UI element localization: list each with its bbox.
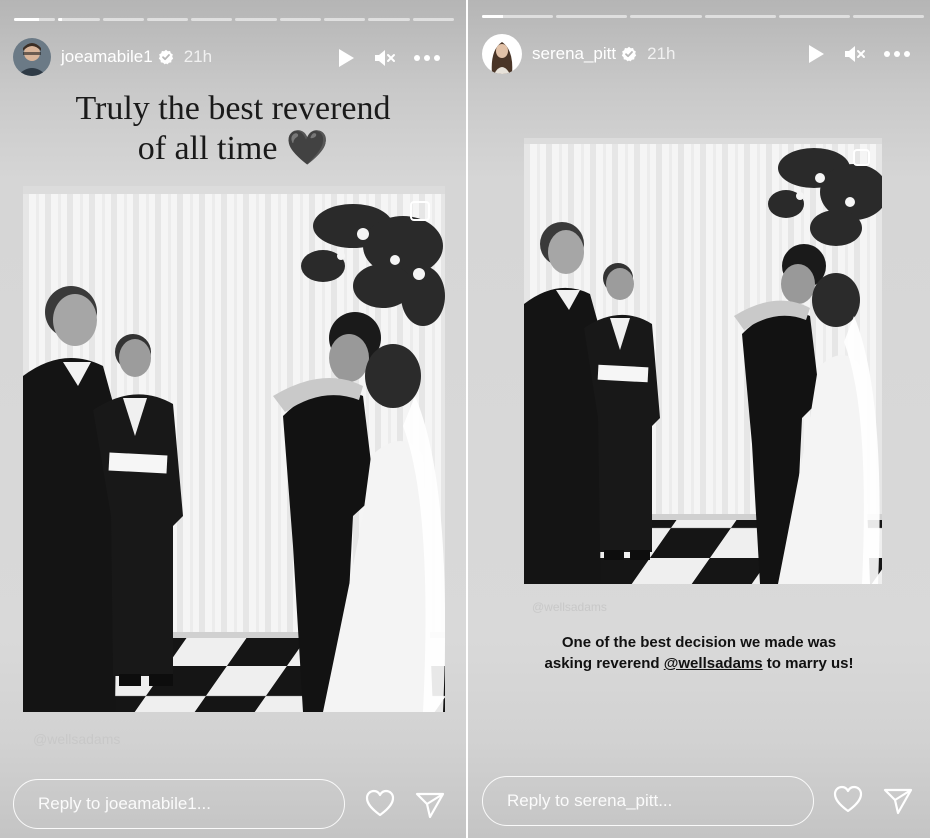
progress-segment [412, 18, 454, 21]
progress-segment [482, 15, 554, 18]
progress-segment [778, 15, 850, 18]
text-line: One of the best decision we made was [561, 634, 837, 651]
play-icon[interactable] [804, 42, 828, 66]
progress-segment [14, 18, 56, 21]
verified-badge-icon [621, 46, 637, 62]
reply-input[interactable]: Reply to serena_pitt... [482, 776, 814, 826]
username[interactable]: joeamabile1 [61, 47, 153, 67]
progress-segment [58, 18, 100, 21]
story-header: serena_pitt 21h [482, 34, 676, 74]
heart-icon[interactable] [364, 788, 396, 818]
wedding-photo [524, 138, 882, 584]
caption-line: Truly the best reverend [75, 90, 391, 127]
story-panel-right[interactable]: serena_pitt 21h @wellsadams One of the b… [468, 0, 930, 838]
play-icon[interactable] [334, 46, 358, 70]
progress-fill [482, 15, 504, 18]
send-icon[interactable] [882, 786, 914, 816]
progress-segment [146, 18, 189, 21]
story-controls [804, 42, 912, 66]
muted-speaker-icon[interactable] [372, 46, 398, 70]
more-horizontal-icon[interactable] [412, 46, 442, 70]
text-line: asking reverend @wellsadams to marry us! [468, 653, 930, 674]
progress-segment [368, 18, 410, 21]
mention-tag[interactable]: @wellsadams [532, 600, 607, 614]
wedding-photo: @wellsadams [23, 186, 445, 712]
progress-segment [235, 18, 277, 21]
verified-badge-icon [158, 49, 173, 65]
story-text: One of the best decision we made was ask… [468, 632, 930, 674]
story-caption: Truly the best reverend of all time 🖤 [0, 89, 466, 169]
more-horizontal-icon[interactable] [882, 42, 912, 66]
progress-segment [704, 15, 776, 18]
caption-line: of all time 🖤 [137, 130, 329, 167]
post-time: 21h [183, 47, 213, 66]
story-panel-left[interactable]: joeamabile1 21h Truly the best reverend … [0, 0, 466, 838]
story-progress-bar [14, 18, 454, 21]
avatar[interactable] [13, 38, 51, 76]
story-header: joeamabile1 21h [13, 38, 212, 76]
progress-segment [852, 15, 925, 18]
muted-speaker-icon[interactable] [842, 42, 868, 66]
progress-segment [102, 18, 144, 21]
avatar[interactable] [482, 34, 522, 74]
story-controls [334, 46, 442, 70]
progress-fill [14, 18, 39, 21]
progress-segment [630, 15, 702, 18]
reply-input[interactable]: Reply to joeamabile1... [13, 779, 345, 829]
progress-fill [58, 18, 63, 21]
progress-segment [556, 15, 628, 18]
story-progress-bar [482, 15, 925, 18]
text-fragment: asking reverend [544, 655, 664, 672]
username[interactable]: serena_pitt [532, 44, 616, 64]
heart-icon[interactable] [832, 784, 864, 814]
progress-segment [324, 18, 366, 21]
progress-segment [279, 18, 322, 21]
progress-segment [191, 18, 233, 21]
mention-link[interactable]: @wellsadams [664, 655, 763, 672]
post-time: 21h [647, 44, 676, 63]
mention-tag[interactable]: @wellsadams [33, 731, 120, 747]
text-fragment: to marry us! [762, 655, 854, 672]
send-icon[interactable] [414, 790, 446, 820]
